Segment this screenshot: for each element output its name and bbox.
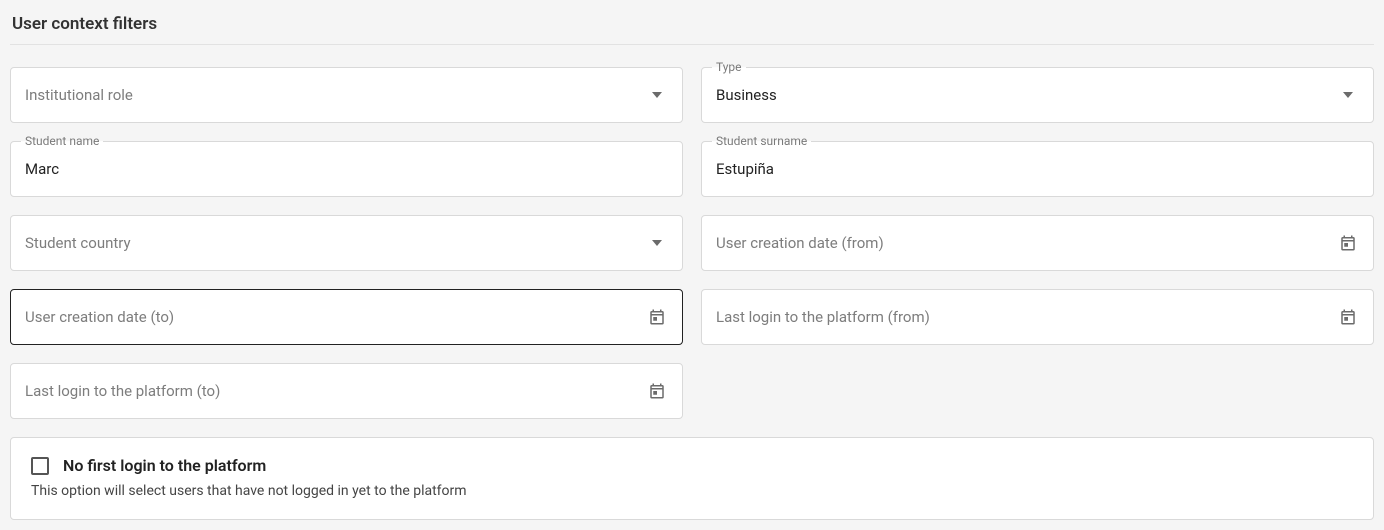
last-login-from-field[interactable]: Last login to the platform (from) — [701, 289, 1374, 345]
type-select[interactable]: Type Business — [701, 67, 1374, 123]
section-title: User context filters — [10, 8, 1374, 45]
calendar-icon[interactable] — [1337, 306, 1359, 328]
no-first-login-label: No first login to the platform — [63, 456, 266, 475]
no-first-login-description: This option will select users that have … — [31, 483, 1353, 499]
chevron-down-icon — [646, 232, 668, 254]
student-country-select[interactable]: Student country — [10, 215, 683, 271]
no-first-login-checkbox[interactable] — [31, 457, 49, 475]
type-float-label: Type — [712, 60, 746, 74]
creation-date-from-placeholder: User creation date (from) — [716, 234, 1337, 252]
creation-date-to-placeholder: User creation date (to) — [25, 308, 646, 326]
institutional-role-select[interactable]: Institutional role — [10, 67, 683, 123]
student-name-float-label: Student name — [21, 134, 103, 148]
chevron-down-icon — [1337, 84, 1359, 106]
creation-date-to-field[interactable]: User creation date (to) — [10, 289, 683, 345]
student-surname-field[interactable]: Student surname — [701, 141, 1374, 197]
last-login-from-placeholder: Last login to the platform (from) — [716, 308, 1337, 326]
last-login-to-placeholder: Last login to the platform (to) — [25, 382, 646, 400]
student-name-field[interactable]: Student name — [10, 141, 683, 197]
student-surname-float-label: Student surname — [712, 134, 811, 148]
chevron-down-icon — [646, 84, 668, 106]
type-value: Business — [716, 86, 1337, 104]
calendar-icon[interactable] — [1337, 232, 1359, 254]
calendar-icon[interactable] — [646, 380, 668, 402]
creation-date-from-field[interactable]: User creation date (from) — [701, 215, 1374, 271]
student-name-input[interactable] — [25, 160, 668, 178]
student-surname-input[interactable] — [716, 160, 1359, 178]
last-login-to-field[interactable]: Last login to the platform (to) — [10, 363, 683, 419]
no-first-login-card: No first login to the platform This opti… — [10, 437, 1374, 520]
institutional-role-placeholder: Institutional role — [25, 86, 646, 104]
calendar-icon[interactable] — [646, 306, 668, 328]
student-country-placeholder: Student country — [25, 234, 646, 252]
